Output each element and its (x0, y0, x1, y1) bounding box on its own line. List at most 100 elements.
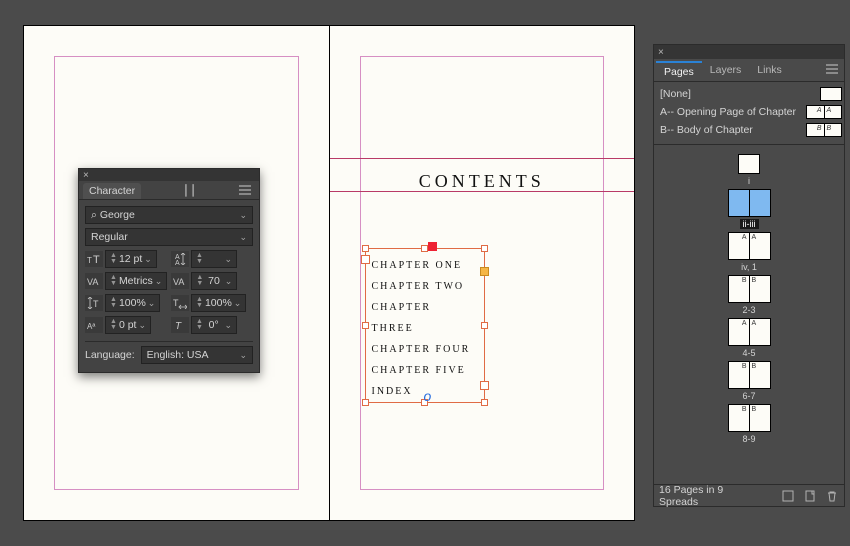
frame-out-port[interactable] (480, 381, 489, 390)
ruler-guide[interactable] (330, 158, 635, 159)
page-thumb[interactable] (749, 189, 771, 217)
close-icon[interactable]: × (83, 170, 89, 181)
master-mark: B (752, 363, 757, 370)
tab-pages[interactable]: Pages (656, 61, 702, 81)
master-mark: B (742, 277, 747, 284)
spread-item[interactable]: BB6-7 (654, 361, 844, 401)
page-thumb[interactable]: A (749, 232, 771, 260)
pages-panel: × Pages Layers Links [None] A-- Opening … (653, 44, 845, 507)
spread-item[interactable]: ii-iii (654, 189, 844, 229)
panel-titlebar[interactable]: × (79, 169, 259, 181)
toc-item[interactable]: CHAPTER FIVE (372, 360, 478, 381)
toc-item[interactable]: INDEX (372, 381, 478, 402)
close-icon[interactable]: × (658, 47, 664, 58)
page-thumb[interactable] (728, 189, 750, 217)
resize-handle[interactable] (362, 322, 369, 329)
spread-label: 2-3 (742, 305, 755, 315)
page-thumb[interactable]: A (728, 318, 750, 346)
kerning-input[interactable]: ▲▼ Metrics ⌄ (105, 272, 167, 290)
panel-titlebar[interactable]: × (654, 45, 844, 59)
horizontal-scale-input[interactable]: ▲▼ 100% ⌄ (191, 294, 246, 312)
resize-handle[interactable] (481, 245, 488, 252)
ruler-guide[interactable] (330, 191, 635, 192)
resize-handle[interactable] (421, 245, 428, 252)
master-thumb[interactable] (820, 87, 842, 101)
skew-icon: T (171, 317, 189, 333)
overset-icon[interactable] (428, 242, 437, 251)
contents-title[interactable]: CONTENTS (330, 171, 635, 189)
page-thumb[interactable]: B (749, 275, 771, 303)
vertical-scale-input[interactable]: ▲▼ 100% ⌄ (105, 294, 160, 312)
toc-item[interactable]: CHAPTER TWO (372, 276, 478, 297)
language-label: Language: (85, 349, 135, 361)
leading-input[interactable]: ▲▼ ⌄ (191, 250, 237, 268)
tab-character[interactable]: Character (83, 183, 141, 199)
pages-panel-footer: 16 Pages in 9 Spreads (654, 484, 844, 506)
page-thumb[interactable] (738, 154, 760, 174)
tracking-input[interactable]: ▲▼ 70 ⌄ (191, 272, 237, 290)
svg-text:VA: VA (87, 277, 98, 287)
right-page[interactable]: CONTENTS o CHAPTER ONE CHAPTER TWO CHAPT… (329, 26, 635, 520)
page-thumb[interactable]: A (728, 232, 750, 260)
page-thumb[interactable]: A (749, 318, 771, 346)
text-frame[interactable]: o CHAPTER ONE CHAPTER TWO CHAPTER THREE … (365, 248, 485, 403)
panel-menu-icon[interactable] (820, 61, 844, 81)
font-size-input[interactable]: ▲▼ 12 pt ⌄ (105, 250, 157, 268)
baseline-shift-input[interactable]: ▲▼ 0 pt ⌄ (105, 316, 151, 334)
spread-item[interactable]: BB 2-3 (654, 275, 844, 315)
tab-layers[interactable]: Layers (702, 61, 750, 81)
page-thumb[interactable]: B (728, 404, 750, 432)
pages-status: 16 Pages in 9 Spreads (659, 484, 765, 508)
skew-input[interactable]: ▲▼ 0° ⌄ (191, 316, 237, 334)
panel-menu-icon[interactable] (235, 183, 255, 199)
horizontal-scale-icon: T (171, 295, 189, 311)
frame-in-port[interactable] (361, 255, 370, 264)
drag-handle-icon[interactable]: ┃┃ (179, 183, 202, 199)
frame-options-icon[interactable] (480, 267, 489, 276)
toc-item[interactable]: CHAPTER FOUR (372, 339, 478, 360)
master-mark: A (752, 320, 757, 327)
resize-handle[interactable] (362, 245, 369, 252)
master-mark: B (742, 406, 747, 413)
master-mark: A (742, 234, 747, 241)
master-thumb[interactable]: B B (806, 123, 842, 137)
spread-item[interactable]: i (654, 154, 844, 186)
toc-item[interactable]: CHAPTER THREE (372, 297, 478, 339)
chevron-down-icon: ⌄ (239, 210, 247, 221)
kerning-icon: VA (85, 273, 103, 289)
chevron-down-icon: ⌄ (155, 276, 163, 287)
chevron-down-icon: ⌄ (234, 298, 242, 309)
master-row[interactable]: B-- Body of Chapter B B (660, 121, 842, 139)
master-row[interactable]: [None] (660, 85, 842, 103)
page-thumb[interactable]: B (749, 361, 771, 389)
trash-icon[interactable] (825, 489, 839, 503)
font-family-select[interactable]: ⌕ George ⌄ (85, 206, 253, 224)
spread-item[interactable]: BB8-9 (654, 404, 844, 444)
leading-icon: AA (171, 251, 189, 267)
toc-list: CHAPTER ONE CHAPTER TWO CHAPTER THREE CH… (372, 255, 478, 396)
resize-handle[interactable] (362, 399, 369, 406)
master-thumb[interactable]: A A (806, 105, 842, 119)
page-thumb[interactable]: B (728, 275, 750, 303)
master-mark: B (752, 406, 757, 413)
character-panel: × Character ┃┃ ⌕ George ⌄ Regular ⌄ TT (78, 168, 260, 373)
resize-handle[interactable] (481, 322, 488, 329)
spread-label: i (748, 176, 750, 186)
toc-item[interactable]: CHAPTER ONE (372, 255, 478, 276)
resize-handle[interactable] (481, 399, 488, 406)
language-select[interactable]: English: USA ⌄ (141, 346, 253, 364)
spread-item[interactable]: AA 4-5 (654, 318, 844, 358)
tab-links[interactable]: Links (749, 61, 790, 81)
master-row[interactable]: A-- Opening Page of Chapter A A (660, 103, 842, 121)
master-mark: B (752, 277, 757, 284)
spread-item[interactable]: AAiv, 1 (654, 232, 844, 272)
new-page-icon[interactable] (803, 489, 817, 503)
page-size-icon[interactable] (781, 489, 795, 503)
master-mark: A (752, 234, 757, 241)
pages-list[interactable]: iii-iiiAAiv, 1BB2-3AA4-5BB6-7BB8-9 (654, 145, 844, 484)
page-thumb[interactable]: B (728, 361, 750, 389)
spread-label: 4-5 (742, 348, 755, 358)
page-thumb[interactable]: B (749, 404, 771, 432)
font-style-select[interactable]: Regular ⌄ (85, 228, 253, 246)
chevron-down-icon: ⌄ (239, 350, 247, 361)
